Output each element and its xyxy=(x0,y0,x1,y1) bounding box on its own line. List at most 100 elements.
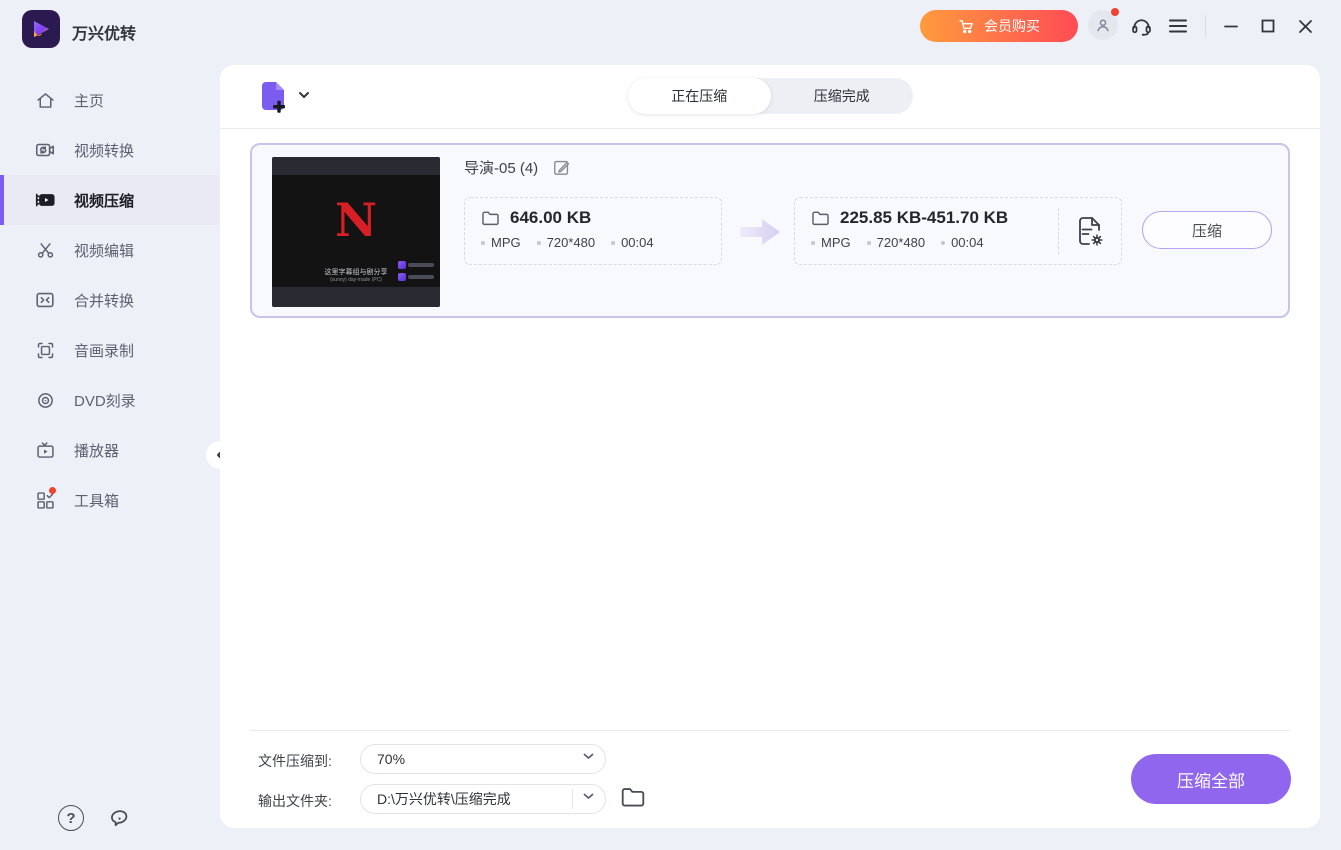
video-convert-icon xyxy=(34,139,56,161)
sidebar-item-label: 合并转换 xyxy=(74,292,135,310)
source-format: MPG xyxy=(481,235,521,250)
sidebar-item-player[interactable]: 播放器 xyxy=(0,425,220,475)
buy-membership-button[interactable]: 会员购买 xyxy=(920,10,1078,42)
compress-ratio-value: 70% xyxy=(377,751,406,767)
target-info-box: 225.85 KB-451.70 KB MPG 720*480 00:04 xyxy=(794,197,1122,265)
app-title: 万兴优转 xyxy=(72,26,137,43)
compress-button[interactable]: 压缩 xyxy=(1142,211,1272,249)
folder-icon xyxy=(812,211,829,225)
sidebar: 主页 视频转换 视频压缩 视频编辑 合并转换 音画录制 DVD刻录 播放器 工具… xyxy=(0,75,220,525)
footer-divider xyxy=(250,730,1290,731)
user-icon xyxy=(1097,19,1109,32)
video-thumbnail[interactable]: N 这里字幕组与剧分享 (sunny) day-made (PC) xyxy=(272,157,440,307)
add-file-button[interactable] xyxy=(256,80,292,118)
source-info-box: 646.00 KB MPG 720*480 00:04 xyxy=(464,197,722,265)
source-resolution: 720*480 xyxy=(537,235,595,250)
sidebar-item-record[interactable]: 音画录制 xyxy=(0,325,220,375)
output-folder-label: 输出文件夹: xyxy=(258,793,332,809)
dropdown-split xyxy=(572,789,573,809)
target-meta: MPG 720*480 00:04 xyxy=(811,235,1121,250)
chevron-down-icon xyxy=(583,793,594,800)
folder-icon xyxy=(621,788,645,807)
file-name: 导演-05 (4) xyxy=(464,160,539,177)
file-settings-icon xyxy=(1079,217,1103,246)
sidebar-item-video-compress[interactable]: 视频压缩 xyxy=(0,175,220,225)
sidebar-item-label: 音画录制 xyxy=(74,342,135,360)
video-compress-icon xyxy=(34,189,56,211)
source-duration: 00:04 xyxy=(611,235,654,250)
target-format: MPG xyxy=(811,235,851,250)
main-panel: 正在压缩 压缩完成 N 这里字幕组与剧分享 (sunny) day-made (… xyxy=(220,65,1320,828)
sidebar-item-merge[interactable]: 合并转换 xyxy=(0,275,220,325)
account-notification-dot xyxy=(1111,8,1119,16)
app-window: 万兴优转 会员购买 主页 视频转换 视频压缩 视频编辑 合并转换 音画录制 DV… xyxy=(0,0,1341,850)
target-box-divider xyxy=(1058,208,1059,254)
close-button[interactable] xyxy=(1293,14,1317,38)
header-divider xyxy=(220,128,1320,129)
chevron-down-icon xyxy=(299,92,309,98)
sidebar-item-label: 工具箱 xyxy=(74,492,120,510)
target-size: 225.85 KB-451.70 KB xyxy=(840,208,1009,227)
edit-pencil-icon xyxy=(554,160,570,175)
add-file-dropdown-caret[interactable] xyxy=(298,91,310,99)
cart-icon xyxy=(959,19,973,33)
close-icon xyxy=(1298,19,1312,33)
sidebar-item-label: 视频压缩 xyxy=(74,192,135,210)
task-card: N 这里字幕组与剧分享 (sunny) day-made (PC) 导演-05 … xyxy=(250,143,1290,318)
sidebar-item-label: DVD刻录 xyxy=(74,392,136,410)
headset-icon xyxy=(1131,18,1151,36)
sidebar-item-home[interactable]: 主页 xyxy=(0,75,220,125)
sidebar-item-video-edit[interactable]: 视频编辑 xyxy=(0,225,220,275)
compress-to-label: 文件压缩到: xyxy=(258,753,332,769)
player-tv-icon xyxy=(34,439,56,461)
minimize-icon xyxy=(1224,25,1238,28)
target-duration: 00:04 xyxy=(941,235,984,250)
tab-completed[interactable]: 压缩完成 xyxy=(771,78,914,114)
maximize-icon xyxy=(1261,19,1275,33)
maximize-button[interactable] xyxy=(1256,14,1280,38)
feedback-button[interactable] xyxy=(106,805,132,831)
question-mark-icon: ? xyxy=(66,809,76,827)
compress-all-button[interactable]: 压缩全部 xyxy=(1131,754,1291,804)
add-file-icon xyxy=(262,82,285,113)
thumbnail-badges xyxy=(398,257,434,281)
sidebar-item-label: 播放器 xyxy=(74,442,120,460)
dvd-disc-icon xyxy=(34,389,56,411)
output-folder-value: D:\万兴优转\压缩完成 xyxy=(377,791,511,807)
compression-settings-button[interactable] xyxy=(1076,215,1104,247)
sidebar-item-label: 视频编辑 xyxy=(74,242,135,260)
thumbnail-letterbox-bottom xyxy=(272,287,440,307)
menu-button[interactable] xyxy=(1166,14,1190,38)
sidebar-item-label: 主页 xyxy=(74,92,105,110)
arrow-right-icon xyxy=(738,215,782,249)
open-output-folder-button[interactable] xyxy=(620,786,646,809)
buy-membership-label: 会员购买 xyxy=(984,18,1040,34)
sidebar-item-video-convert[interactable]: 视频转换 xyxy=(0,125,220,175)
netflix-n-logo: N xyxy=(334,193,378,247)
folder-icon xyxy=(482,211,499,225)
output-folder-dropdown[interactable]: D:\万兴优转\压缩完成 xyxy=(360,784,606,814)
status-tabs: 正在压缩 压缩完成 xyxy=(628,78,913,114)
support-button[interactable] xyxy=(1129,14,1153,38)
tab-compressing[interactable]: 正在压缩 xyxy=(628,78,771,114)
compress-ratio-dropdown[interactable]: 70% xyxy=(360,744,606,774)
hamburger-icon xyxy=(1169,19,1187,33)
play-logo-icon xyxy=(34,21,49,37)
megaphone-icon xyxy=(110,809,127,826)
sidebar-item-toolbox[interactable]: 工具箱 xyxy=(0,475,220,525)
rename-button[interactable] xyxy=(552,158,571,177)
help-button[interactable]: ? xyxy=(58,805,84,831)
sidebar-item-label: 视频转换 xyxy=(74,142,135,160)
toolbox-notification-dot xyxy=(49,487,56,494)
source-meta: MPG 720*480 00:04 xyxy=(481,235,721,250)
sidebar-item-dvd[interactable]: DVD刻录 xyxy=(0,375,220,425)
source-size: 646.00 KB xyxy=(510,208,592,227)
home-icon xyxy=(34,89,56,111)
screen-record-icon xyxy=(34,339,56,361)
target-resolution: 720*480 xyxy=(867,235,925,250)
minimize-button[interactable] xyxy=(1219,14,1243,38)
scissors-icon xyxy=(34,239,56,261)
thumbnail-letterbox-top xyxy=(272,157,440,175)
app-logo xyxy=(22,10,60,48)
file-name-row: 导演-05 (4) xyxy=(464,157,571,178)
